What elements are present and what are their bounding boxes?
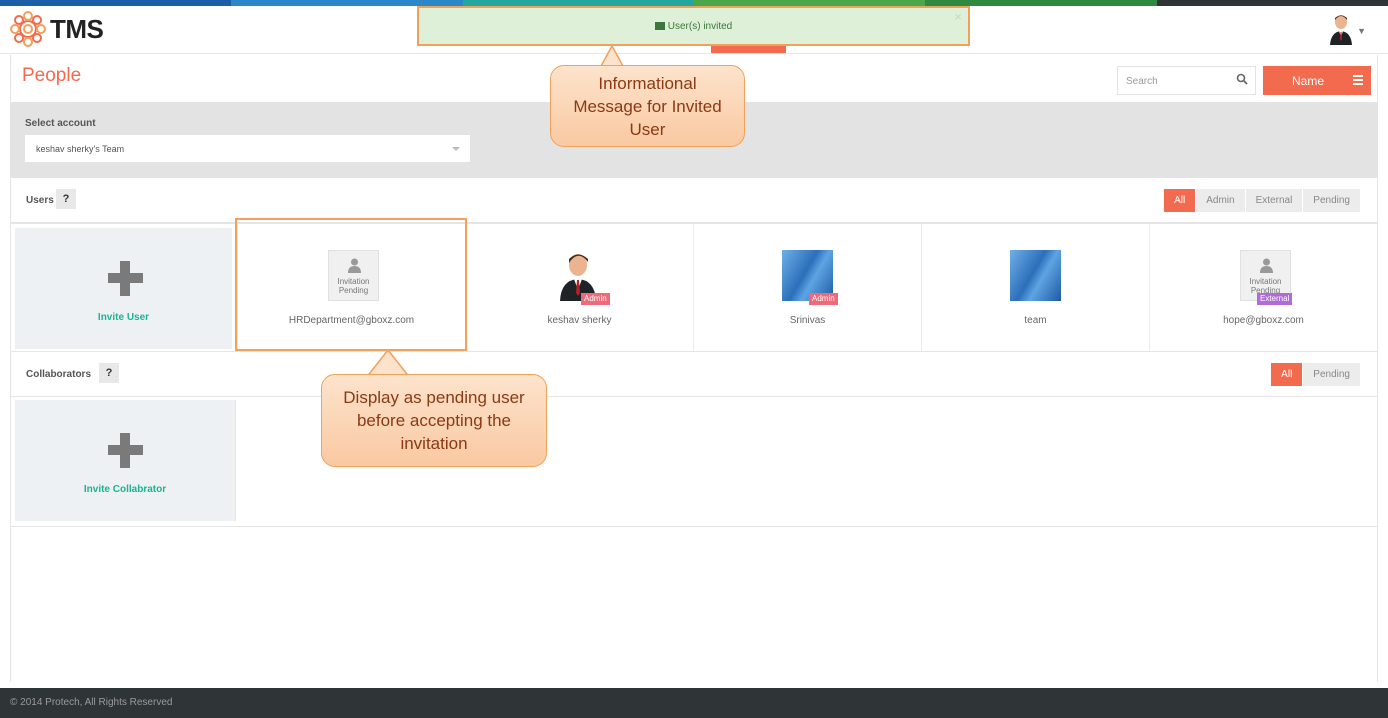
person-placeholder-icon: [1260, 258, 1273, 273]
page-title: People: [22, 65, 82, 86]
user-card[interactable]: Admin keshav sherky: [465, 224, 693, 351]
bottom-callout-line-1: Display as pending user: [343, 388, 525, 407]
hamburger-menu-icon: [1353, 75, 1363, 87]
envelope-icon: [654, 22, 665, 30]
users-filter-all[interactable]: All: [1164, 189, 1196, 212]
invite-collaborator-label: Invite Collabrator: [83, 484, 167, 495]
users-label: Users: [26, 195, 54, 206]
search-placeholder: Search: [1126, 76, 1158, 87]
collaborators-filter-pending[interactable]: Pending: [1303, 363, 1360, 386]
invite-collaborator-button[interactable]: Invite Collabrator: [15, 400, 236, 521]
gear-logo-icon: [10, 11, 46, 47]
users-card-row: Invite User Invitation Pending HRDepartm…: [10, 223, 1378, 352]
top-callout-line-1: Informational: [598, 73, 697, 93]
admin-badge: Admin: [581, 293, 610, 305]
collaborators-filter-all[interactable]: All: [1271, 363, 1303, 386]
plus-icon: [108, 433, 143, 468]
invite-user-label: Invite User: [97, 312, 150, 323]
footer-copyright: © 2014 Protech, All Rights Reserved: [10, 697, 173, 708]
bottom-callout-line-3: invitation: [400, 434, 468, 453]
account-select[interactable]: keshav sherky's Team: [25, 135, 470, 162]
admin-badge: Admin: [809, 293, 838, 305]
users-filter-pending[interactable]: Pending: [1303, 189, 1360, 212]
search-input[interactable]: Search: [1117, 66, 1256, 95]
user-card[interactable]: Admin Srinivas: [693, 224, 921, 351]
account-selected-value: keshav sherky's Team: [36, 144, 125, 154]
sort-name-label: Name: [1292, 74, 1325, 88]
users-filter-admin[interactable]: Admin: [1196, 189, 1245, 212]
external-badge: External: [1257, 293, 1293, 305]
sort-name-button[interactable]: Name: [1263, 66, 1371, 95]
blue-avatar: [1010, 250, 1061, 301]
user-card-name: hope@gboxz.com: [1223, 315, 1304, 326]
collaborators-section-header: Collaborators ? All Pending: [10, 352, 1378, 397]
alert-message: User(s) invited: [667, 20, 733, 32]
footer: © 2014 Protech, All Rights Reserved: [0, 688, 1388, 718]
user-card-name: Srinivas: [789, 315, 826, 326]
top-callout: Informational Message for Invited User: [550, 65, 745, 147]
users-section-header: Users ? All Admin External Pending: [10, 178, 1378, 223]
users-help-button[interactable]: ?: [56, 189, 76, 209]
invite-user-button[interactable]: Invite User: [15, 228, 232, 349]
bottom-callout-line-2: before accepting the: [356, 411, 512, 430]
collaborators-filter-tabs: All Pending: [1271, 363, 1360, 386]
account-label: Select account: [25, 118, 96, 129]
collaborators-help-button[interactable]: ?: [99, 363, 119, 383]
user-card-name: team: [1024, 315, 1047, 326]
app-logo[interactable]: TMS: [10, 11, 104, 47]
user-card-name: keshav sherky: [547, 315, 612, 326]
user-card[interactable]: team: [921, 224, 1149, 351]
collaborators-label: Collaborators: [26, 369, 92, 380]
collaborators-card-row: Invite Collabrator: [10, 397, 1378, 527]
plus-icon: [108, 261, 143, 296]
user-card[interactable]: Invitation Pending External hope@gboxz.c…: [1149, 224, 1377, 351]
invite-success-alert: User(s) invited ×: [417, 6, 970, 46]
pending-text-1: Invitation: [1249, 277, 1282, 286]
top-callout-line-2: Message for Invited: [573, 96, 722, 116]
user-menu-avatar[interactable]: [1330, 13, 1352, 50]
chevron-down-icon[interactable]: ▼: [1357, 26, 1366, 36]
user-avatar-icon: [1330, 15, 1352, 45]
users-filter-tabs: All Admin External Pending: [1164, 189, 1360, 212]
pending-user-highlight: [235, 218, 467, 351]
search-icon[interactable]: [1236, 73, 1248, 85]
bottom-callout: Display as pending user before accepting…: [321, 374, 547, 467]
top-callout-line-3: User: [629, 119, 666, 139]
users-filter-external[interactable]: External: [1245, 189, 1303, 212]
chevron-down-icon: [452, 147, 460, 151]
logo-text: TMS: [50, 13, 104, 44]
content-area: [10, 527, 1378, 682]
close-icon[interactable]: ×: [954, 9, 962, 24]
